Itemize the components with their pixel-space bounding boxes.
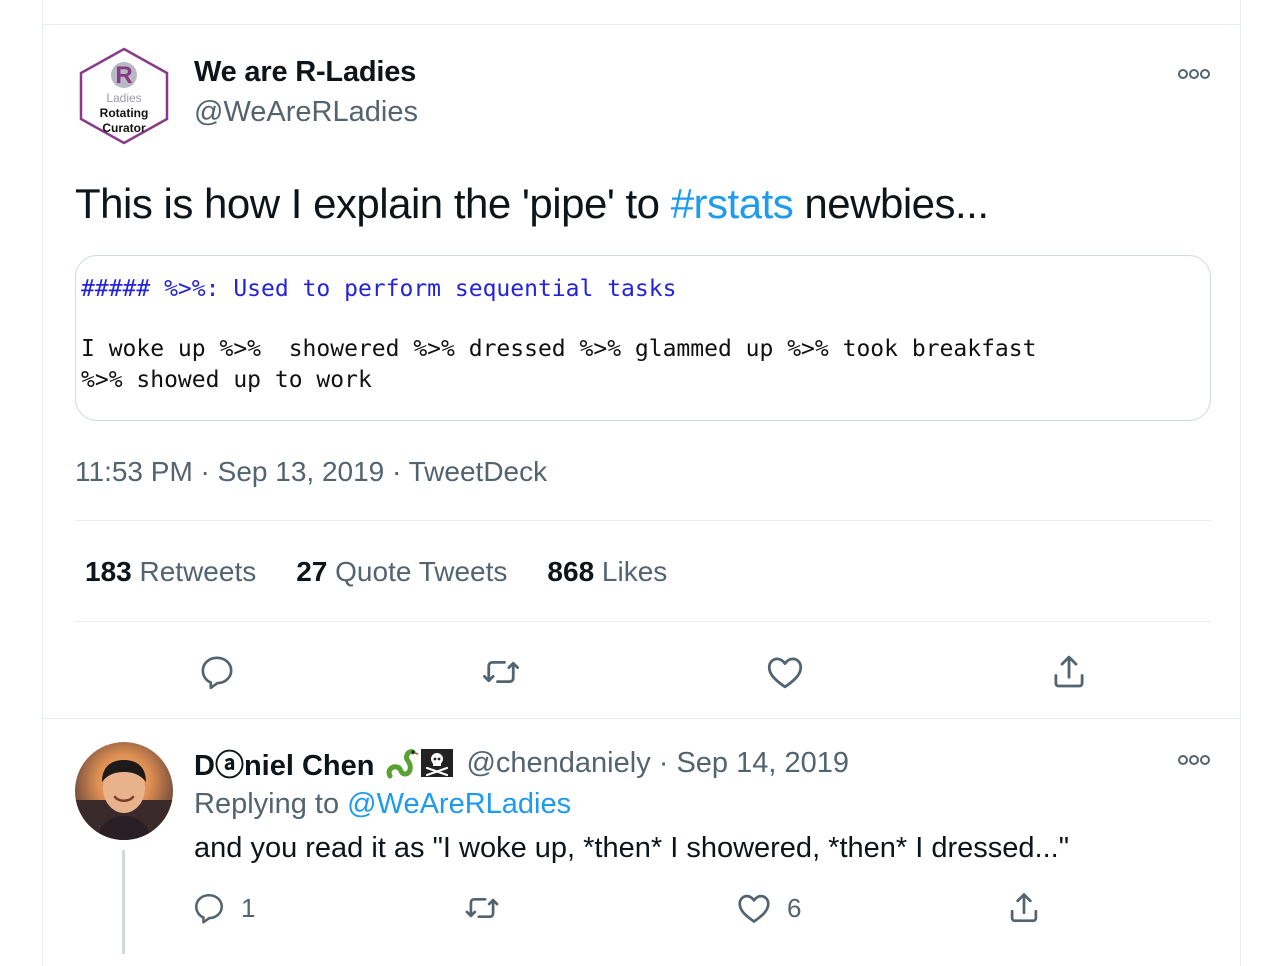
retweets-count: 183	[85, 556, 132, 587]
avatar-letter: R	[115, 62, 132, 89]
quote-tweets-label: Quote Tweets	[335, 556, 508, 587]
reply-author-name[interactable]: Dⓐniel Chen	[194, 742, 374, 784]
retweet-button[interactable]	[479, 650, 523, 694]
like-count: 6	[787, 892, 802, 923]
likes-stat[interactable]: 868 Likes	[547, 556, 667, 588]
author-handle[interactable]: @WeAreRLadies	[194, 96, 418, 129]
tweet-image[interactable]: ##### %>%: Used to perform sequential ta…	[75, 255, 1211, 421]
reply-count: 1	[241, 892, 256, 923]
tweet-text-before: This is how I explain the 'pipe' to	[75, 180, 671, 227]
reply-reply-button[interactable]: 1	[191, 886, 255, 930]
replying-mention-link[interactable]: @WeAreRLadies	[347, 788, 571, 820]
code-line-1: I woke up %>% showered %>% dressed %>% g…	[81, 336, 1037, 362]
avatar-line-3: Curator	[102, 121, 146, 135]
share-icon	[1054, 655, 1084, 688]
reply-actions: 1 6	[43, 886, 1240, 930]
divider	[75, 520, 1211, 521]
more-icon	[1178, 69, 1210, 79]
reply-text: and you read it as "I woke up, *then* I …	[194, 832, 1069, 864]
code-comment: ##### %>%: Used to perform sequential ta…	[81, 276, 677, 302]
snake-icon	[387, 749, 419, 779]
more-icon	[1178, 755, 1210, 765]
divider	[75, 621, 1211, 622]
tweet-timestamp-source[interactable]: 11:53 PM · Sep 13, 2019 · TweetDeck	[75, 456, 547, 488]
section-divider	[43, 718, 1240, 719]
timeline-column: R Ladies Rotating Curator We are R-Ladie…	[42, 0, 1241, 966]
likes-label: Likes	[601, 556, 668, 587]
reply-button[interactable]	[195, 650, 239, 694]
heart-icon	[738, 894, 770, 923]
share-icon	[1010, 893, 1038, 923]
reply-more-options-button[interactable]	[1176, 750, 1212, 770]
reply-header: Dⓐniel Chen @chendaniely · Sep 14, 2019	[194, 742, 849, 784]
heart-icon	[767, 657, 803, 689]
reply-author-avatar[interactable]	[75, 742, 173, 840]
hashtag-link[interactable]: #rstats	[671, 180, 794, 227]
reply-like-button[interactable]: 6	[735, 886, 801, 930]
reply-share-button[interactable]	[1005, 886, 1043, 930]
retweet-icon	[465, 897, 499, 919]
like-button[interactable]	[763, 650, 807, 694]
code-line-2: %>% showed up to work	[81, 367, 372, 393]
quote-tweets-stat[interactable]: 27 Quote Tweets	[296, 556, 507, 588]
engagement-stats: 183 Retweets 27 Quote Tweets 868 Likes	[85, 556, 667, 588]
rladies-avatar[interactable]: R Ladies Rotating Curator	[77, 47, 171, 145]
replying-prefix: Replying to	[194, 788, 348, 820]
tweet-text-after: newbies...	[793, 180, 989, 227]
retweets-stat[interactable]: 183 Retweets	[85, 556, 256, 588]
pirate-flag-icon	[421, 749, 454, 777]
quote-tweets-count: 27	[296, 556, 328, 587]
tweet-actions	[43, 650, 1240, 694]
retweets-label: Retweets	[139, 556, 257, 587]
retweet-icon	[482, 660, 520, 684]
share-button[interactable]	[1047, 650, 1091, 694]
reply-icon	[201, 656, 233, 690]
reply-handle-date[interactable]: @chendaniely · Sep 14, 2019	[466, 747, 849, 780]
reply-author-emoji	[384, 746, 454, 780]
reply-retweet-button[interactable]	[463, 886, 501, 930]
tweet-text: This is how I explain the 'pipe' to #rst…	[75, 180, 989, 228]
replying-to: Replying to @WeAreRLadies	[194, 788, 571, 821]
likes-count: 868	[547, 556, 595, 587]
author-display-name[interactable]: We are R-Ladies	[194, 56, 416, 89]
more-options-button[interactable]	[1176, 64, 1212, 84]
avatar-line-2: Rotating	[100, 106, 149, 120]
reply-icon	[194, 893, 224, 924]
top-divider	[43, 24, 1240, 25]
avatar-line-1: Ladies	[106, 91, 141, 105]
